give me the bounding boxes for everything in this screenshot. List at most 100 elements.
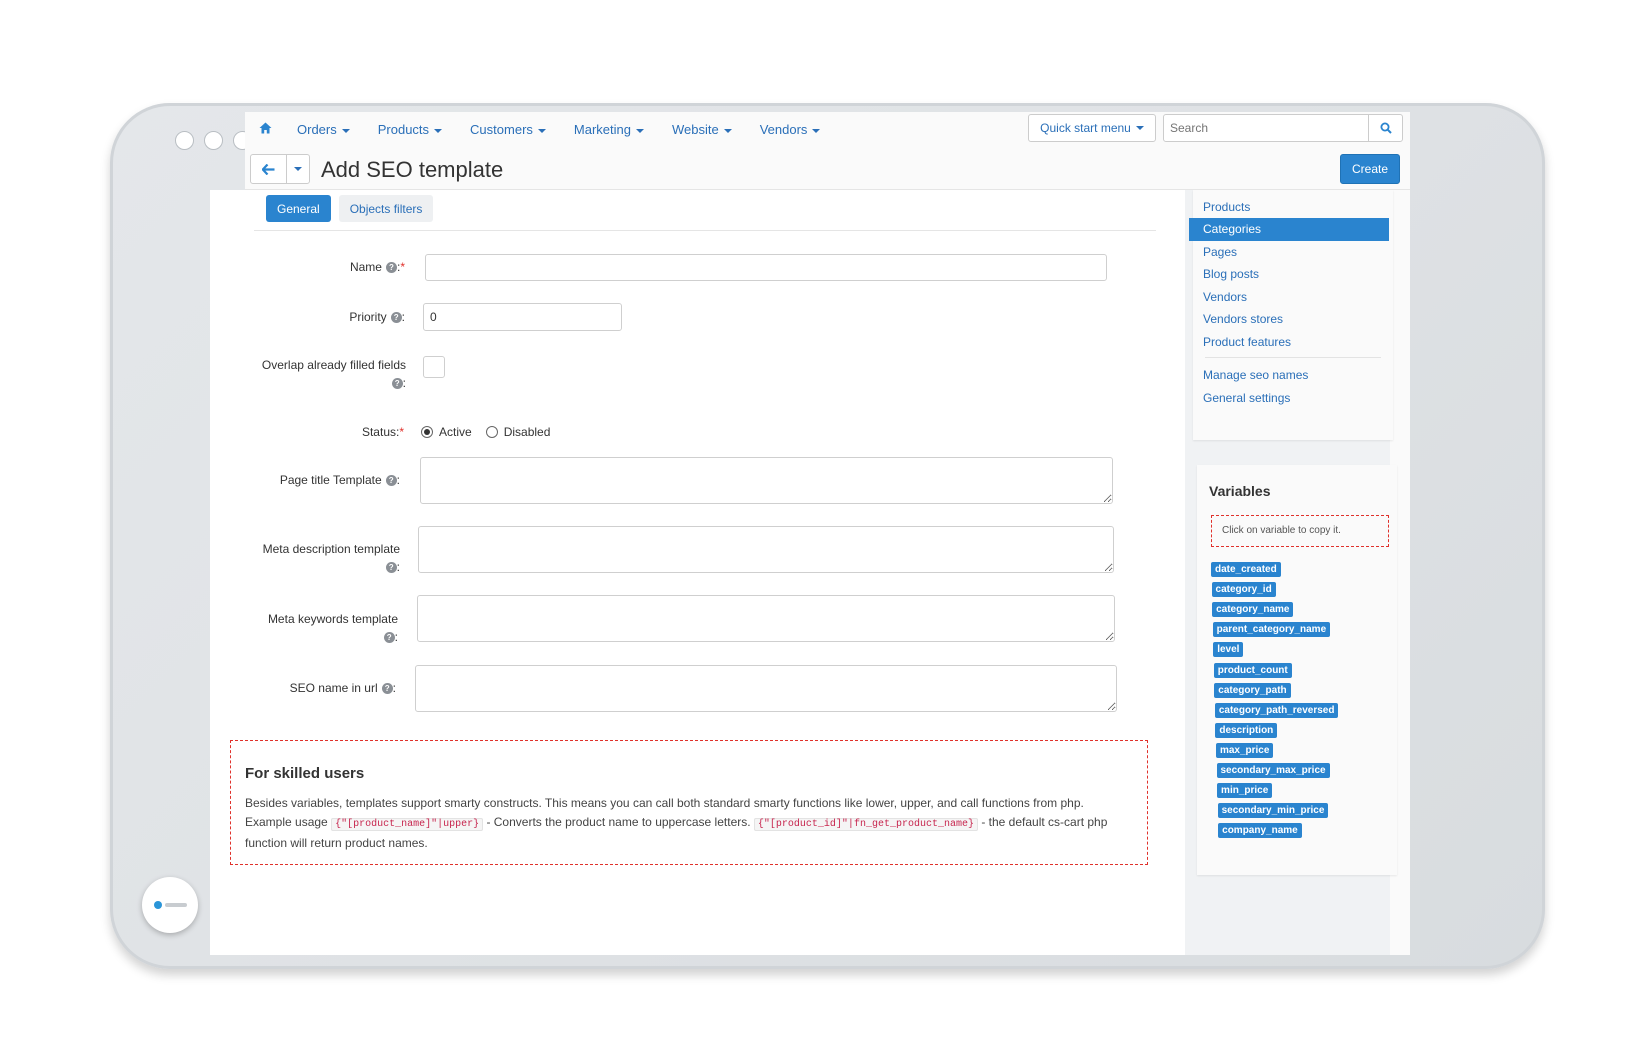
code-example-product-name: {"[product_id]"|fn_get_product_name}: [753, 818, 978, 831]
skilled-users-text: Besides variables, templates support sma…: [245, 794, 1133, 853]
window-dots: [175, 131, 252, 150]
page-title-template-label: Page title Template?:: [279, 473, 400, 487]
sidebar-item-pages[interactable]: Pages: [1203, 245, 1237, 259]
logo-text-shape: [164, 903, 187, 907]
back-arrow-icon[interactable]: [251, 155, 287, 183]
top-navigation: Orders Products Customers Marketing Webs…: [245, 112, 1410, 152]
chevron-down-icon: [1135, 126, 1144, 130]
help-icon[interactable]: ?: [385, 475, 397, 487]
example-mid: - Converts the product name to uppercase…: [486, 815, 751, 829]
variable-badge[interactable]: category_name: [1212, 602, 1294, 618]
search-button[interactable]: [1368, 115, 1402, 141]
variables-hint: Click on variable to copy it.: [1211, 515, 1389, 547]
variable-badge[interactable]: secondary_max_price: [1216, 763, 1330, 778]
seo-name-label-text: SEO name in url: [289, 681, 378, 695]
help-icon[interactable]: ?: [383, 632, 395, 644]
status-active-radio[interactable]: [421, 426, 433, 438]
nav-products-label: Products: [377, 122, 430, 137]
required-mark: *: [399, 425, 404, 439]
manage-seo-names-link[interactable]: Manage seo names: [1203, 368, 1308, 382]
sidebar-item-vendors-stores[interactable]: Vendors stores: [1203, 312, 1283, 326]
sidebar-item-products[interactable]: Products: [1203, 200, 1250, 214]
skilled-users-heading: For skilled users: [245, 765, 365, 782]
search-icon: [1380, 122, 1392, 134]
tab-general[interactable]: General: [266, 195, 331, 222]
page-title-template-textarea[interactable]: [420, 457, 1113, 504]
sidebar-item-vendors[interactable]: Vendors: [1203, 290, 1247, 304]
meta-description-textarea[interactable]: [418, 526, 1114, 573]
chevron-down-icon: [341, 128, 350, 133]
name-label-text: Name: [349, 260, 382, 274]
variable-badge[interactable]: max_price: [1215, 742, 1274, 758]
meta-keywords-textarea[interactable]: [417, 595, 1115, 642]
variable-badge[interactable]: parent_category_name: [1212, 622, 1331, 638]
required-mark: *: [400, 260, 405, 274]
help-icon[interactable]: ?: [391, 378, 403, 390]
chevron-down-icon: [635, 128, 644, 133]
variable-badge[interactable]: date_created: [1211, 562, 1281, 577]
nav-products[interactable]: Products: [377, 122, 443, 137]
sidebar-item-product-features[interactable]: Product features: [1203, 335, 1291, 349]
seo-objects-menu: Products Categories Pages Blog posts Ven…: [1189, 190, 1393, 440]
help-icon[interactable]: ?: [385, 262, 397, 274]
nav-marketing[interactable]: Marketing: [574, 122, 644, 137]
main-menu: Orders Products Customers Marketing Webs…: [297, 122, 821, 137]
seo-name-textarea[interactable]: [415, 665, 1117, 712]
tabs: General Objects filters: [266, 195, 434, 222]
chevron-down-icon: [812, 128, 821, 133]
nav-orders[interactable]: Orders: [297, 122, 350, 137]
nav-customers[interactable]: Customers: [470, 122, 546, 137]
nav-vendors[interactable]: Vendors: [760, 122, 821, 137]
window-dot: [175, 131, 194, 150]
create-button[interactable]: Create: [1340, 154, 1400, 184]
variable-badge[interactable]: company_name: [1218, 823, 1302, 839]
skilled-line1: Besides variables, templates support sma…: [245, 796, 1084, 810]
history-dropdown[interactable]: [287, 155, 309, 183]
general-settings-link[interactable]: General settings: [1203, 391, 1290, 405]
seo-name-label: SEO name in url?:: [289, 681, 396, 695]
nav-orders-label: Orders: [297, 122, 337, 137]
overlap-label-text: Overlap already filled fields: [261, 358, 406, 372]
status-disabled-label[interactable]: Disabled: [504, 425, 551, 439]
overlap-checkbox[interactable]: [423, 356, 445, 378]
status-disabled-radio[interactable]: [485, 426, 498, 438]
code-example-upper: {"[product_name]"|upper}: [331, 818, 484, 831]
page-title-template-label-text: Page title Template: [279, 473, 382, 487]
variable-badge[interactable]: product_count: [1213, 662, 1292, 678]
variable-badge[interactable]: category_id: [1211, 582, 1276, 598]
sidebar: Products Categories Pages Blog posts Ven…: [1185, 190, 1397, 955]
variable-badge[interactable]: min_price: [1217, 783, 1273, 799]
chevron-down-icon: [434, 128, 443, 133]
store-logo-badge: [142, 877, 198, 933]
status-label: Status:*: [310, 423, 404, 441]
help-icon[interactable]: ?: [390, 312, 402, 324]
search-input[interactable]: [1164, 115, 1370, 141]
skilled-users-note: For skilled users Besides variables, tem…: [230, 740, 1148, 865]
variable-badge[interactable]: level: [1213, 642, 1244, 658]
nav-website-label: Website: [671, 122, 719, 137]
title-bar: Add SEO template Create: [245, 152, 1410, 190]
nav-website[interactable]: Website: [672, 122, 732, 137]
sidebar-item-blog-posts[interactable]: Blog posts: [1203, 267, 1259, 281]
meta-keywords-label-text: Meta keywords template: [267, 612, 398, 626]
variable-badge[interactable]: description: [1215, 722, 1278, 738]
help-icon[interactable]: ?: [381, 683, 393, 695]
sidebar-item-categories[interactable]: Categories: [1189, 218, 1389, 241]
quick-start-menu-button[interactable]: Quick start menu: [1028, 114, 1156, 142]
variables-title: Variables: [1209, 483, 1271, 499]
nav-customers-label: Customers: [470, 122, 533, 137]
variable-badge[interactable]: category_path_reversed: [1214, 702, 1339, 718]
variables-panel: Variables Click on variable to copy it. …: [1197, 465, 1397, 875]
priority-input[interactable]: [423, 303, 622, 331]
tab-objects-filters[interactable]: Objects filters: [338, 195, 434, 222]
main-content: General Objects filters Name?:* Priority…: [210, 190, 1185, 955]
name-input[interactable]: [425, 254, 1107, 281]
status-active-label[interactable]: Active: [439, 425, 472, 439]
meta-description-label: Meta description template?:: [262, 542, 400, 574]
help-icon[interactable]: ?: [385, 562, 397, 574]
example-prefix: Example usage: [245, 815, 328, 829]
variable-badge[interactable]: category_path: [1214, 682, 1291, 698]
variable-badge[interactable]: secondary_min_price: [1217, 803, 1329, 819]
menu-divider: [1205, 357, 1381, 358]
home-icon[interactable]: [259, 122, 272, 137]
